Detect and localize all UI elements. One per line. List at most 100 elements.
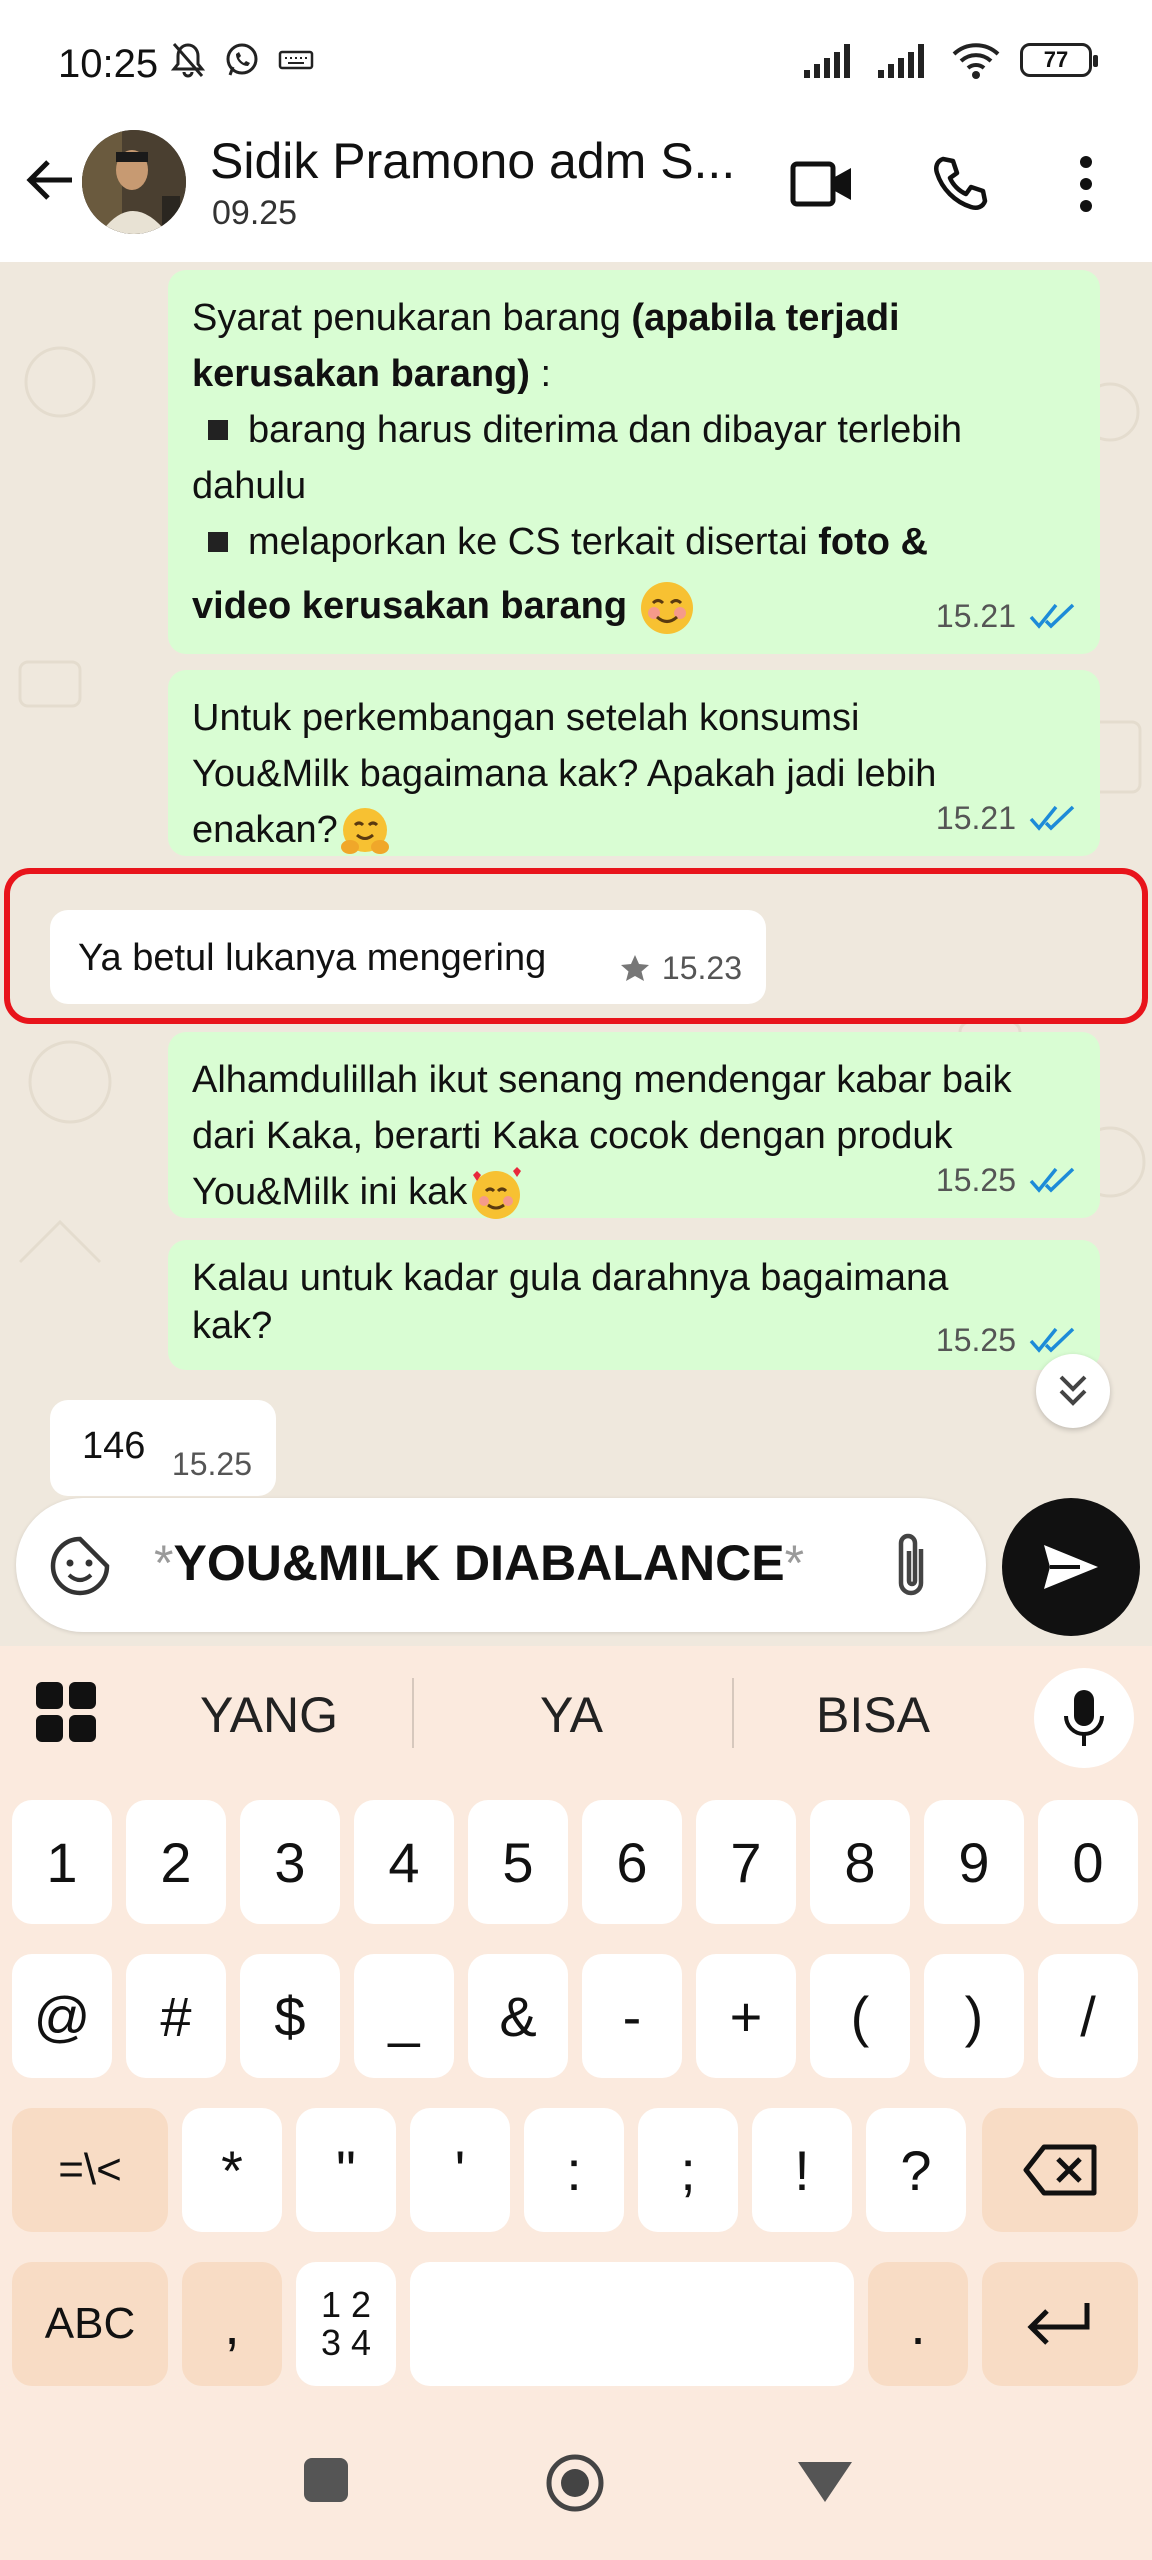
message-text-bold: foto & xyxy=(818,521,928,563)
last-seen: 09.25 xyxy=(212,194,298,232)
voice-call-button[interactable] xyxy=(924,148,996,220)
suggestion-item[interactable]: YA xyxy=(540,1686,603,1744)
highlight-box xyxy=(4,868,1148,1024)
home-button[interactable] xyxy=(544,2452,606,2514)
scroll-to-bottom-button[interactable] xyxy=(1036,1354,1110,1428)
backspace-key[interactable] xyxy=(982,2108,1138,2232)
message-outgoing[interactable]: Syarat penukaran barang (apabila terjadi… xyxy=(168,270,1100,654)
message-time: 15.21 xyxy=(935,800,1016,836)
attach-button[interactable] xyxy=(876,1528,946,1602)
key-3[interactable]: 3 xyxy=(240,1800,340,1924)
status-time: 10:25 xyxy=(58,42,159,86)
key-at[interactable]: @ xyxy=(12,1954,112,2078)
space-key[interactable] xyxy=(410,2262,854,2386)
message-text: 146 xyxy=(82,1425,146,1467)
key-more-symbols[interactable]: =\< xyxy=(12,2108,168,2232)
message-text-bold: kerusakan barang) xyxy=(192,353,530,395)
key-6[interactable]: 6 xyxy=(582,1800,682,1924)
enter-arrow-icon xyxy=(1027,2303,1090,2345)
suggestion-bar: YANG YA BISA xyxy=(0,1646,1152,1776)
message-incoming[interactable]: 146 15.25 xyxy=(50,1400,276,1496)
key-exclamation[interactable]: ! xyxy=(752,2108,852,2232)
key-slash[interactable]: / xyxy=(1038,1954,1138,2078)
wifi-icon xyxy=(952,43,1000,79)
numpad-key[interactable]: 1 2 3 4 xyxy=(296,2262,396,2386)
avatar[interactable] xyxy=(82,130,186,234)
message-text: Alhamdulillah ikut senang mendengar kaba… xyxy=(192,1059,1012,1101)
navigation-bar xyxy=(0,2410,1152,2560)
message-outgoing[interactable]: Untuk perkembangan setelah konsumsi You&… xyxy=(168,670,1100,856)
bullet-icon xyxy=(208,419,228,440)
key-4[interactable]: 4 xyxy=(354,1800,454,1924)
signal-icon xyxy=(804,44,850,78)
battery-indicator: 77 xyxy=(1020,43,1098,77)
double-check-read-icon xyxy=(1029,1327,1075,1353)
enter-key[interactable] xyxy=(982,2262,1138,2386)
key-comma[interactable]: , xyxy=(182,2262,282,2386)
key-5[interactable]: 5 xyxy=(468,1800,568,1924)
message-outgoing[interactable]: Kalau untuk kadar gula darahnya bagaiman… xyxy=(168,1240,1100,1370)
sticker-icon xyxy=(50,1536,110,1596)
suggestion-item[interactable]: YANG xyxy=(200,1686,338,1744)
key-underscore[interactable]: _ xyxy=(354,1954,454,2078)
back-nav-button[interactable] xyxy=(796,2458,854,2506)
message-text: dahulu xyxy=(192,465,307,507)
chat-area[interactable]: Syarat penukaran barang (apabila terjadi… xyxy=(0,262,1152,1646)
message-text: : xyxy=(529,353,552,395)
message-text: You&Milk ini kak xyxy=(192,1171,468,1213)
key-ampersand[interactable]: & xyxy=(468,1954,568,2078)
send-button[interactable] xyxy=(1002,1498,1140,1636)
message-time: 15.21 xyxy=(935,598,1016,634)
message-time: 15.25 xyxy=(935,1322,1016,1358)
message-text-bold: (apabila terjadi xyxy=(631,297,900,339)
key-asterisk[interactable]: * xyxy=(182,2108,282,2232)
message-composer[interactable]: *YOU&MILK DIABALANCE* xyxy=(16,1498,986,1632)
key-9[interactable]: 9 xyxy=(924,1800,1024,1924)
kebab-menu-icon xyxy=(1080,156,1092,212)
key-1[interactable]: 1 xyxy=(12,1800,112,1924)
send-icon xyxy=(1044,1545,1098,1589)
arrow-left-icon xyxy=(26,160,72,200)
signal-icon-2 xyxy=(878,44,924,78)
message-text-bold: video kerusakan barang xyxy=(192,585,628,627)
key-8[interactable]: 8 xyxy=(810,1800,910,1924)
triangle-back-icon xyxy=(798,2462,852,2502)
suggestion-item[interactable]: BISA xyxy=(816,1686,930,1744)
key-question[interactable]: ? xyxy=(866,2108,966,2232)
key-hash[interactable]: # xyxy=(126,1954,226,2078)
key-dollar[interactable]: $ xyxy=(240,1954,340,2078)
key-0[interactable]: 0 xyxy=(1038,1800,1138,1924)
contact-name[interactable]: Sidik Pramono adm S... xyxy=(210,132,735,190)
more-options-button[interactable] xyxy=(1050,148,1122,220)
keyboard: YANG YA BISA 1 2 3 4 5 6 7 8 9 0 @ # $ _… xyxy=(0,1646,1152,2410)
double-check-read-icon xyxy=(1029,1167,1075,1193)
key-period[interactable]: . xyxy=(868,2262,968,2386)
key-semicolon[interactable]: ; xyxy=(638,2108,738,2232)
video-call-button[interactable] xyxy=(786,148,858,220)
recents-button[interactable] xyxy=(304,2458,348,2502)
key-2[interactable]: 2 xyxy=(126,1800,226,1924)
double-check-read-icon xyxy=(1029,603,1075,629)
key-7[interactable]: 7 xyxy=(696,1800,796,1924)
key-double-quote[interactable]: " xyxy=(296,2108,396,2232)
message-time: 15.25 xyxy=(935,1162,1016,1198)
abc-key[interactable]: ABC xyxy=(12,2262,168,2386)
double-check-read-icon xyxy=(1029,805,1075,831)
chat-header: Sidik Pramono adm S... 09.25 xyxy=(0,120,1152,262)
message-text: melaporkan ke CS terkait disertai xyxy=(248,521,819,563)
key-open-paren[interactable]: ( xyxy=(810,1954,910,2078)
whatsapp-icon xyxy=(226,43,258,76)
key-minus[interactable]: - xyxy=(582,1954,682,2078)
key-colon[interactable]: : xyxy=(524,2108,624,2232)
mute-bell-icon xyxy=(170,43,206,78)
keyboard-menu-button[interactable] xyxy=(36,1682,96,1742)
backspace-icon xyxy=(1023,2144,1097,2196)
message-input[interactable]: *YOU&MILK DIABALANCE* xyxy=(154,1534,804,1592)
voice-input-button[interactable] xyxy=(1034,1668,1134,1768)
key-single-quote[interactable]: ' xyxy=(410,2108,510,2232)
back-button[interactable] xyxy=(18,148,82,212)
message-outgoing[interactable]: Alhamdulillah ikut senang mendengar kaba… xyxy=(168,1032,1100,1219)
emoji-sticker-button[interactable] xyxy=(40,1526,120,1606)
key-close-paren[interactable]: ) xyxy=(924,1954,1024,2078)
key-plus[interactable]: + xyxy=(696,1954,796,2078)
